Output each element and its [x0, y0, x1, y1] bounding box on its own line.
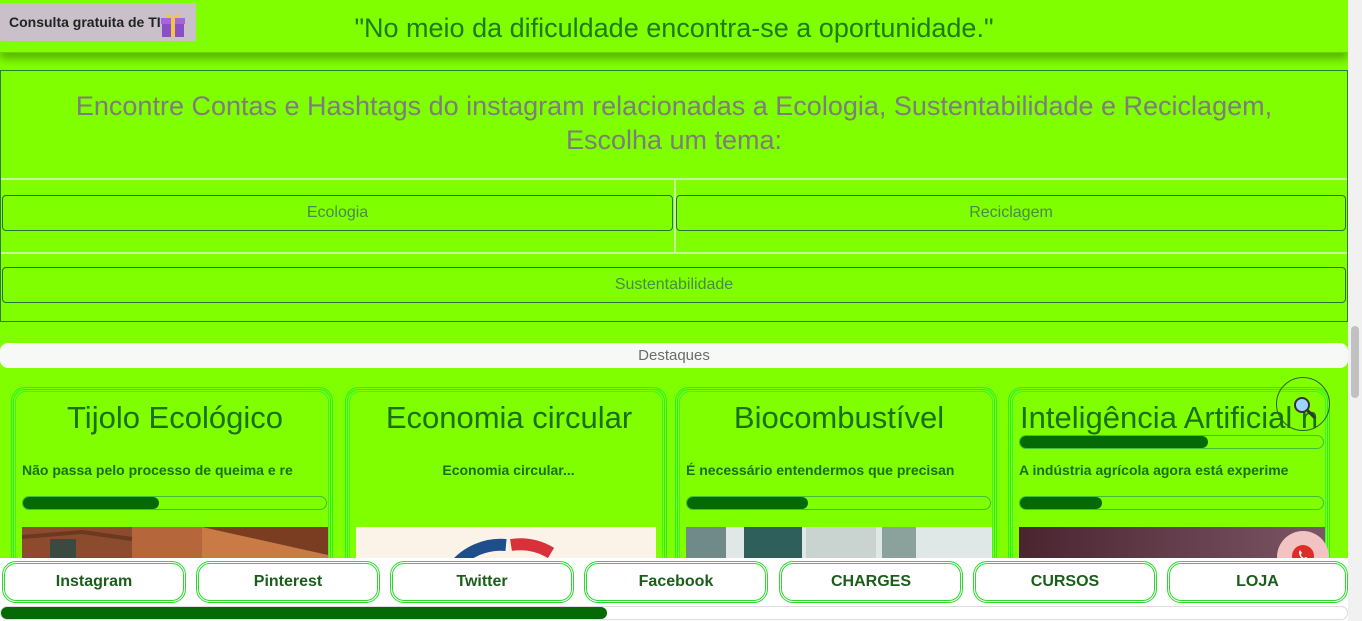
- quote-text: "No meio da dificuldade encontra-se a op…: [354, 13, 994, 43]
- card-progress-fill: [1020, 497, 1102, 509]
- nav-loja[interactable]: LOJA: [1167, 561, 1348, 603]
- card-economia-circular[interactable]: Economia circular Economia circular...: [345, 387, 667, 587]
- topic-button-reciclagem[interactable]: Reciclagem: [676, 195, 1346, 231]
- horizontal-scroll-progress: [1, 607, 607, 619]
- card-description: É necessário entendermos que precisan: [686, 462, 955, 478]
- free-consultation-badge[interactable]: Consulta gratuita de TI: [0, 3, 196, 41]
- nav-charges[interactable]: CHARGES: [779, 561, 963, 603]
- topic-button-ecologia[interactable]: Ecologia: [2, 195, 673, 231]
- search-button[interactable]: [1276, 377, 1330, 431]
- quote-bar: "No meio da dificuldade encontra-se a op…: [0, 0, 1348, 53]
- badge-label: Consulta gratuita de TI: [9, 14, 161, 30]
- vertical-scrollbar[interactable]: [1348, 0, 1362, 621]
- topics-title: Encontre Contas e Hashtags do instagram …: [75, 91, 1273, 155]
- card-progress-fill: [23, 497, 160, 509]
- card-tijolo-ecologico[interactable]: Tijolo Ecológico Não passa pelo processo…: [11, 387, 333, 587]
- card-title-progress-bar: [1019, 435, 1324, 449]
- scrollbar-thumb[interactable]: [1351, 326, 1359, 398]
- bottom-nav: Instagram Pinterest Twitter Facebook CHA…: [0, 558, 1348, 621]
- card-progress-bar: [22, 496, 327, 510]
- card-progress-bar: [686, 496, 991, 510]
- card-description: Economia circular...: [442, 462, 575, 478]
- nav-instagram[interactable]: Instagram: [2, 561, 186, 603]
- nav-twitter[interactable]: Twitter: [390, 561, 574, 603]
- card-progress-fill: [687, 497, 809, 509]
- card-description: Não passa pelo processo de queima e re: [22, 462, 293, 478]
- card-description: A indústria agrícola agora está experime: [1019, 462, 1289, 478]
- topic-button-sustentabilidade[interactable]: Sustentabilidade: [2, 267, 1346, 303]
- card-biocombustivel[interactable]: Biocombustível É necessário entendermos …: [675, 387, 997, 587]
- card-progress-bar: [1019, 496, 1324, 510]
- nav-cursos[interactable]: CURSOS: [973, 561, 1157, 603]
- horizontal-scroll-track[interactable]: [0, 606, 1348, 620]
- card-title: Tijolo Ecológico: [67, 400, 283, 435]
- card-title-progress-fill: [1020, 436, 1208, 448]
- gift-icon: [159, 11, 187, 42]
- nav-pinterest[interactable]: Pinterest: [196, 561, 380, 603]
- search-icon: [1294, 397, 1317, 420]
- card-title: Biocombustível: [733, 400, 945, 435]
- topics-panel: Encontre Contas e Hashtags do instagram …: [0, 70, 1348, 322]
- nav-facebook[interactable]: Facebook: [584, 561, 768, 603]
- card-title: Economia circular: [385, 400, 633, 435]
- highlights-label: Destaques: [0, 343, 1348, 368]
